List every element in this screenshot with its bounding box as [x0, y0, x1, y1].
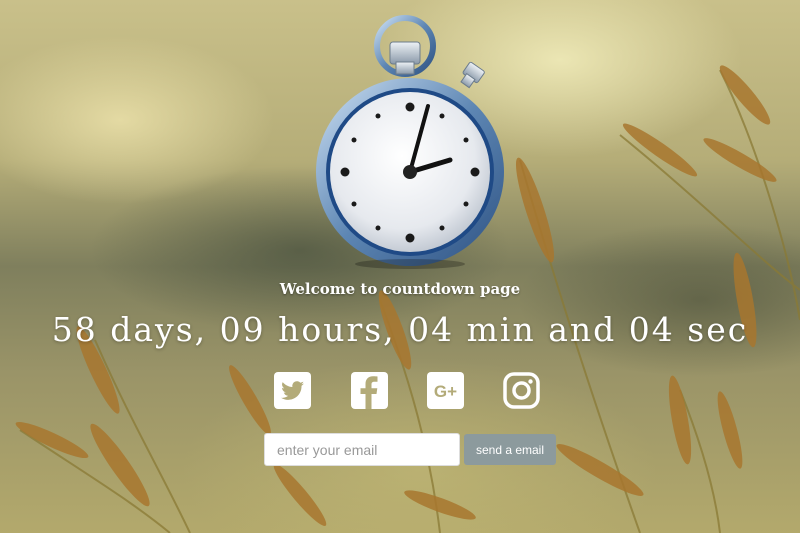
google-plus-label: G+ — [434, 382, 457, 401]
email-input[interactable] — [264, 433, 460, 466]
google-plus-icon: G+ — [434, 382, 457, 401]
facebook-icon — [360, 376, 378, 409]
instagram-icon — [503, 372, 540, 409]
google-plus-link[interactable]: G+ — [427, 372, 464, 409]
twitter-link[interactable] — [274, 372, 311, 409]
instagram-link[interactable] — [503, 372, 540, 409]
twitter-icon — [281, 381, 304, 400]
countdown-timer: 58 days, 09 hours, 04 min and 04 sec — [51, 310, 749, 349]
welcome-text: Welcome to countdown page — [279, 280, 521, 298]
stopwatch-icon — [316, 15, 504, 269]
send-email-button[interactable]: send a email — [464, 434, 556, 465]
facebook-link[interactable] — [351, 372, 388, 409]
